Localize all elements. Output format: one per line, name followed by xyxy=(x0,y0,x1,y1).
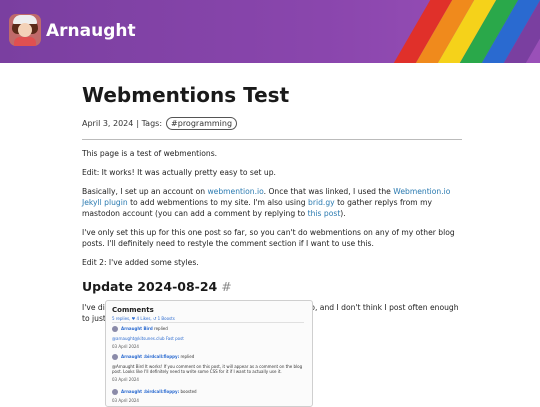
divider xyxy=(82,139,462,140)
comments-stats: 5 replies, ♥ 4 Likes, ↺ 1 Boosts xyxy=(112,316,175,321)
comment-text: @Arnaught Bird It works! If you comment … xyxy=(112,364,303,374)
comment-date: 03 April 2024 xyxy=(112,398,139,403)
update-heading: Update 2024-08-24 # xyxy=(82,279,232,294)
tags-label: | Tags: xyxy=(136,119,163,128)
paragraph-intro: This page is a test of webmentions. xyxy=(82,149,218,158)
comment-text: @arnaught@kitsunes.club Fast post xyxy=(112,336,184,341)
paragraph-only-this-post: I've only set this up for this one post … xyxy=(82,228,455,248)
post-date: April 3, 2024 xyxy=(82,119,134,128)
post-meta: April 3, 2024 | Tags: #programming xyxy=(82,117,462,130)
comment-entry: Arnaught :birdcall:floppy: boosted xyxy=(112,389,308,395)
comments-screenshot: Comments 5 replies, ♥ 4 Likes, ↺ 1 Boost… xyxy=(105,300,313,407)
avatar[interactable] xyxy=(9,14,41,46)
comments-title: Comments xyxy=(112,306,154,314)
paragraph-setup: Basically, I set up an account on webmen… xyxy=(82,187,451,218)
site-header: Arnaught xyxy=(0,0,540,63)
webmention-io-link[interactable]: webmention.io xyxy=(207,187,263,196)
site-title[interactable]: Arnaught xyxy=(46,21,136,41)
tag-programming[interactable]: #programming xyxy=(166,117,238,130)
paragraph-edit-2: Edit 2: I've added some styles. xyxy=(82,258,199,267)
paragraph-edit: Edit: It works! It was actually pretty e… xyxy=(82,168,276,177)
post-title: Webmentions Test xyxy=(82,83,290,107)
bridgy-link[interactable]: brid.gy xyxy=(308,198,335,207)
comment-entry: Arnaught Bird replied xyxy=(112,326,308,332)
comment-date: 03 April 2024 xyxy=(112,344,139,349)
this-post-link[interactable]: this post xyxy=(308,209,341,218)
comment-date: 03 April 2024 xyxy=(112,377,139,382)
post-content: Webmentions Test April 3, 2024 | Tags: #… xyxy=(82,63,462,324)
commenter-avatar xyxy=(112,354,118,360)
heading-anchor-link[interactable]: # xyxy=(221,279,231,294)
comment-entry: Arnaught :birdcall:floppy: replied xyxy=(112,354,308,360)
commenter-avatar xyxy=(112,389,118,395)
commenter-avatar xyxy=(112,326,118,332)
